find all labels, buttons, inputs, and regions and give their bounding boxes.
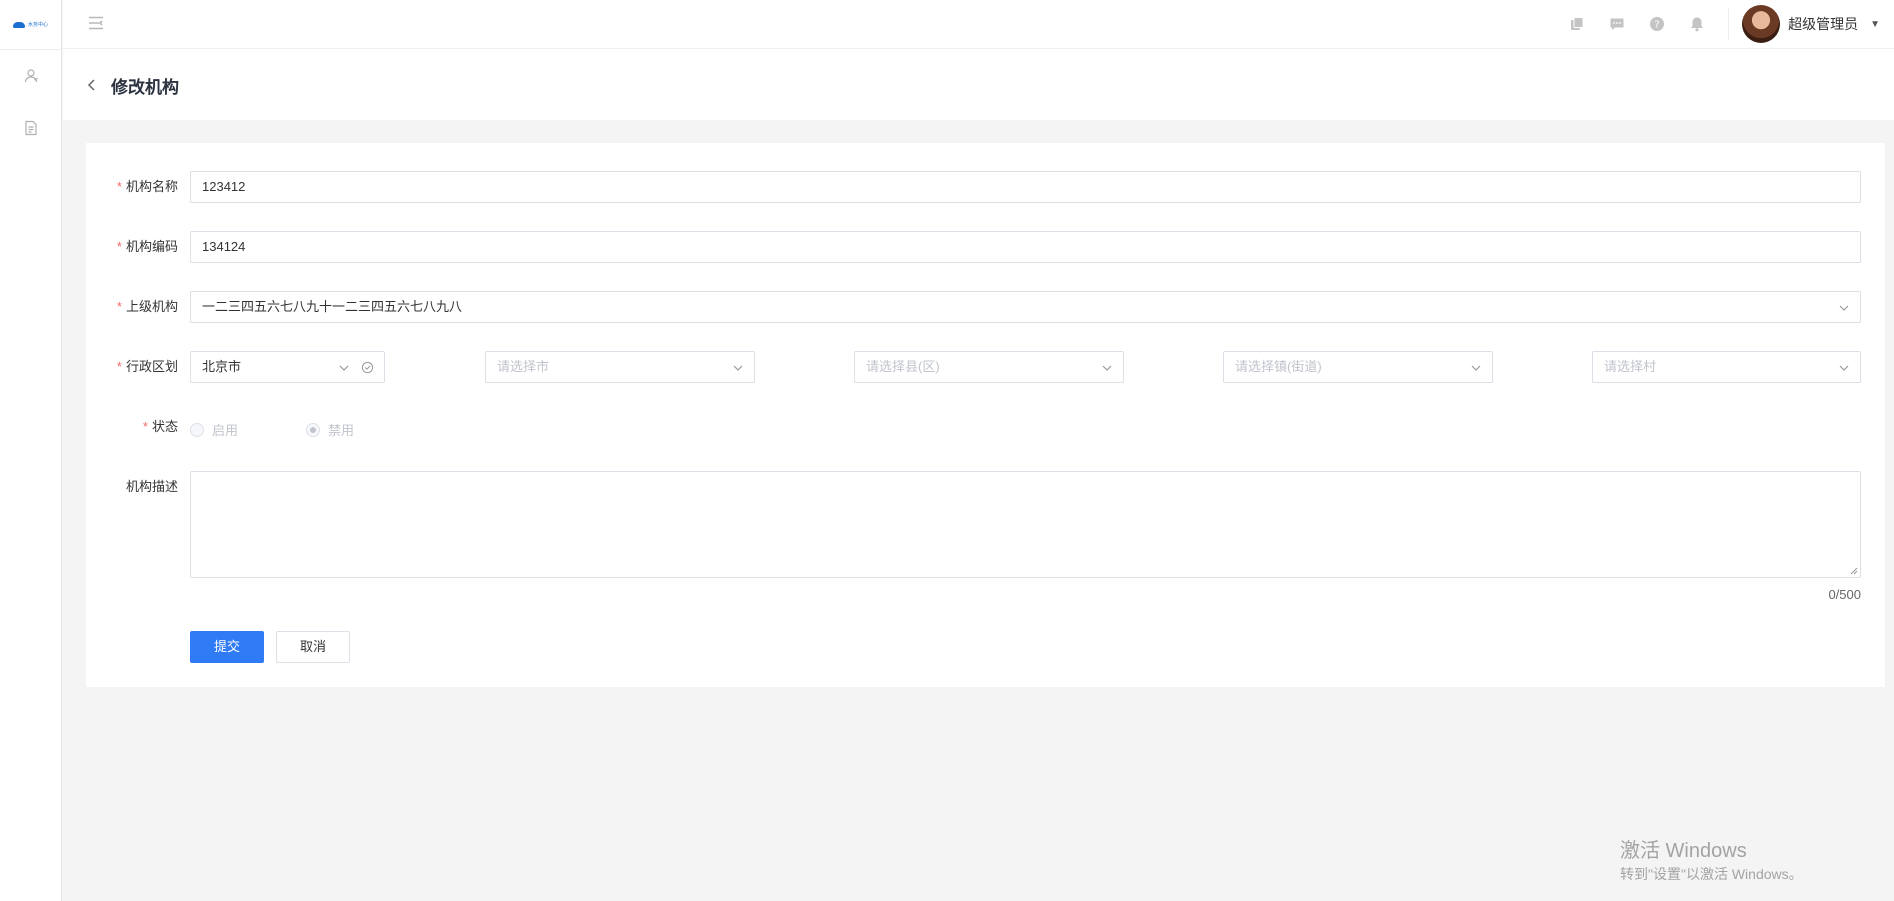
caret-down-icon: ▼: [1870, 18, 1880, 30]
document-icon: [25, 120, 37, 136]
username: 超级管理员: [1788, 16, 1859, 32]
bell-icon[interactable]: [1688, 15, 1706, 33]
logo-fish-icon: [12, 21, 25, 28]
province-value: 北京市: [202, 359, 242, 374]
windows-activation-watermark: 激活 Windows 转到"设置"以激活 Windows。: [1620, 838, 1803, 884]
status-disabled-label: 禁用: [328, 423, 355, 438]
sidebar: 水务中心: [0, 0, 62, 901]
village-placeholder: 请选择村: [1604, 359, 1657, 374]
org-name-label: * 机构名称: [116, 179, 178, 194]
city-select[interactable]: 请选择市: [485, 351, 755, 383]
form-card: * 机构名称 123412 * 机构编码 134124 * 上级机构 一二三四五六七八…: [86, 143, 1885, 687]
chevron-down-icon: [1839, 305, 1849, 311]
page-header: 修改机构: [63, 48, 1894, 120]
description-textarea[interactable]: [190, 471, 1861, 578]
org-code-input[interactable]: 134124: [190, 231, 1861, 263]
user-icon: [24, 69, 38, 83]
org-name-input[interactable]: 123412: [190, 171, 1861, 203]
copy-icon[interactable]: [1568, 15, 1586, 33]
parent-org-value: 一二三四五六七八九十一二三四五六七八九八: [202, 299, 463, 314]
svg-text:?: ?: [1654, 20, 1659, 31]
chevron-down-icon: [733, 365, 743, 371]
avatar: [1742, 5, 1781, 43]
help-icon[interactable]: ?: [1648, 15, 1666, 33]
county-select[interactable]: 请选择县(区): [854, 351, 1124, 383]
radio-circle-checked: [306, 422, 320, 437]
province-select[interactable]: 北京市: [190, 351, 385, 383]
village-select[interactable]: 请选择村: [1592, 351, 1861, 383]
town-placeholder: 请选择镇(街道): [1235, 359, 1322, 374]
watermark-subtitle: 转到"设置"以激活 Windows。: [1620, 866, 1803, 882]
sidebar-item-users[interactable]: [0, 50, 62, 102]
back-arrow-icon[interactable]: [85, 76, 99, 94]
chevron-down-icon: [1839, 365, 1849, 371]
message-icon[interactable]: [1608, 15, 1626, 33]
status-enabled-label: 启用: [212, 423, 239, 438]
char-counter: 0/500: [1828, 587, 1861, 602]
status-radio-enabled[interactable]: 启用: [190, 420, 238, 439]
submit-button[interactable]: 提交: [190, 631, 264, 663]
top-header: ? 超级管理员 ▼: [63, 0, 1894, 48]
sidebar-item-documents[interactable]: [0, 102, 62, 154]
chevron-down-icon: [1102, 365, 1112, 371]
parent-org-label: * 上级机构: [116, 299, 178, 314]
county-placeholder: 请选择县(区): [866, 359, 940, 374]
region-label: * 行政区划: [116, 359, 178, 374]
chevron-down-icon: [339, 365, 349, 371]
resize-handle-icon[interactable]: [1850, 567, 1858, 575]
required-mark: *: [142, 419, 148, 434]
page-title: 修改机构: [111, 78, 179, 97]
header-icon-group: ?: [1568, 15, 1706, 33]
status-radio-disabled[interactable]: 禁用: [306, 420, 354, 439]
radio-circle: [190, 422, 204, 437]
status-label: * 状态: [142, 419, 178, 434]
required-mark: *: [116, 179, 122, 194]
watermark-title: 激活 Windows: [1620, 840, 1747, 862]
city-placeholder: 请选择市: [497, 359, 550, 374]
logo-mark: 水务中心: [12, 21, 48, 28]
required-mark: *: [116, 299, 122, 314]
menu-toggle-icon[interactable]: [87, 14, 105, 32]
required-mark: *: [116, 359, 122, 374]
user-menu[interactable]: 超级管理员 ▼: [1742, 5, 1880, 43]
header-divider: [1728, 8, 1729, 40]
logo-text: 水务中心: [27, 22, 48, 28]
logo[interactable]: 水务中心: [0, 0, 61, 50]
description-label: 机构描述: [125, 479, 178, 494]
parent-org-select[interactable]: 一二三四五六七八九十一二三四五六七八九八: [190, 291, 1861, 323]
cancel-button[interactable]: 取消: [276, 631, 350, 663]
chevron-down-icon: [1471, 365, 1481, 371]
org-code-label: * 机构编码: [116, 239, 178, 254]
required-mark: *: [116, 239, 122, 254]
town-select[interactable]: 请选择镇(街道): [1223, 351, 1493, 383]
circle-check-icon: [361, 361, 374, 374]
